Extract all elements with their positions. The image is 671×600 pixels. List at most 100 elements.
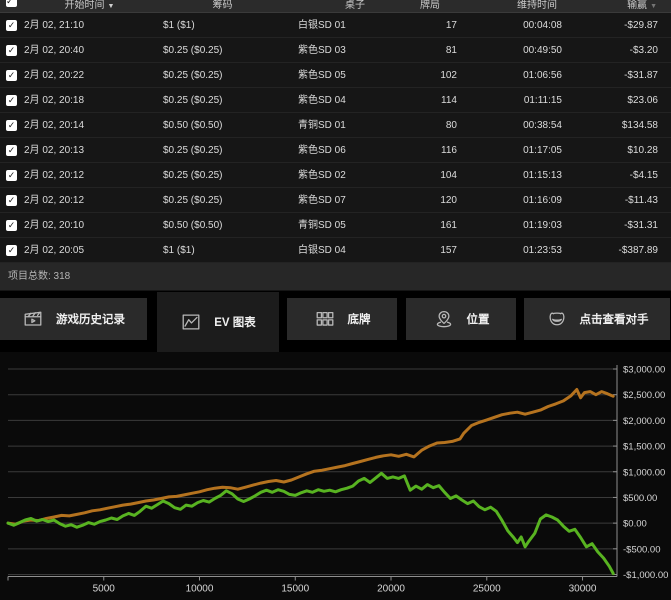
cell-stakes: $0.25 ($0.25) xyxy=(155,188,290,213)
sort-desc-icon: ▼ xyxy=(650,3,657,10)
table-row[interactable]: ✓2月 02, 20:13$0.25 ($0.25)紫色SD 0611601:1… xyxy=(0,138,671,163)
cell-stakes: $1 ($1) xyxy=(155,13,290,38)
table-row[interactable]: ✓ 2月 02, 20:18$0.25 ($0.25)紫色SD 0411401:1… xyxy=(0,88,671,113)
cell-hands: 17 xyxy=(420,13,467,38)
table-row[interactable]: ✓2月 02, 21:10$1 ($1)白银SD 011700:04:08-$2… xyxy=(0,13,671,38)
y-tick-label: $2,000.00 xyxy=(623,416,665,427)
row-checkbox[interactable]: ✓ xyxy=(6,95,17,106)
column-header-table[interactable]: 桌子 xyxy=(290,0,420,12)
tab-label: 底牌 xyxy=(348,311,371,327)
cell-result: -$31.31 xyxy=(567,213,671,238)
y-tick-label: $1,500.00 xyxy=(623,442,665,453)
y-tick-label: $500.00 xyxy=(623,493,657,504)
opponent-mask-icon xyxy=(546,308,568,330)
cell-stakes: $0.50 ($0.50) xyxy=(155,113,290,138)
cell-result: $134.58 xyxy=(567,113,671,138)
row-checkbox[interactable]: ✓ xyxy=(6,220,17,231)
tab-ev-chart[interactable]: EV 图表 xyxy=(157,292,279,352)
x-tick-label: 30000 xyxy=(569,584,597,595)
row-checkbox[interactable]: ✓ xyxy=(6,70,17,81)
table-row[interactable]: ✓2月 02, 20:05$1 ($1)白银SD 0415701:23:53-$… xyxy=(0,238,671,263)
column-header-result[interactable]: 输赢▼ xyxy=(567,0,671,12)
cell-result: -$387.89 xyxy=(567,238,671,263)
table-row[interactable]: ✓2月 02, 20:22$0.25 ($0.25)紫色SD 0510201:0… xyxy=(0,63,671,88)
table-header-row: ✓ 开始时间▼筹码桌子牌局维持时间输赢▼ xyxy=(0,0,671,13)
tab-hole-cards[interactable]: 底牌 xyxy=(287,298,397,340)
tab-label: 点击查看对手 xyxy=(580,311,649,327)
cell-table: 青铜SD 01 xyxy=(290,113,420,138)
cell-duration: 01:16:09 xyxy=(467,188,567,213)
cell-time: 2月 02, 20:18 xyxy=(24,88,155,113)
cell-hands: 161 xyxy=(420,213,467,238)
table-row[interactable]: ✓2月 02, 20:12$0.25 ($0.25)紫色SD 0210401:1… xyxy=(0,163,671,188)
column-header-time[interactable]: 开始时间▼ xyxy=(24,0,155,12)
tab-game-history[interactable]: 游戏历史记录 xyxy=(0,298,147,340)
cell-duration: 01:23:53 xyxy=(467,238,567,263)
cell-stakes: $0.25 ($0.25) xyxy=(155,88,290,113)
y-tick-label: $2,500.00 xyxy=(623,390,665,401)
table-row[interactable]: ✓2月 02, 20:14$0.50 ($0.50)青铜SD 018000:38… xyxy=(0,113,671,138)
cell-time: 2月 02, 20:12 xyxy=(24,163,155,188)
sort-desc-icon: ▼ xyxy=(108,3,115,10)
cell-duration: 00:04:08 xyxy=(467,13,567,38)
cell-hands: 120 xyxy=(420,188,467,213)
cards-grid-icon xyxy=(314,308,336,330)
cell-duration: 01:11:15 xyxy=(467,88,567,113)
y-tick-label: $3,000.00 xyxy=(623,365,665,376)
cell-duration: 00:49:50 xyxy=(467,38,567,63)
tab-label: 位置 xyxy=(467,311,490,327)
column-header-hands[interactable]: 牌局 xyxy=(420,0,467,12)
row-checkbox[interactable]: ✓ xyxy=(6,45,17,56)
cell-stakes: $0.50 ($0.50) xyxy=(155,213,290,238)
cell-result: -$29.87 xyxy=(567,13,671,38)
tab-opponents[interactable]: 点击查看对手 xyxy=(524,298,670,340)
row-checkbox[interactable]: ✓ xyxy=(6,195,17,206)
cell-result: $10.28 xyxy=(567,138,671,163)
table-row[interactable]: ✓2月 02, 20:10$0.50 ($0.50)青铜SD 0516101:1… xyxy=(0,213,671,238)
tab-position[interactable]: 位置 xyxy=(406,298,516,340)
cell-table: 白银SD 04 xyxy=(290,238,420,263)
y-tick-label: $1,000.00 xyxy=(623,467,665,478)
clapperboard-icon xyxy=(22,308,44,330)
cell-time: 2月 02, 21:10 xyxy=(24,13,155,38)
cell-duration: 01:06:56 xyxy=(467,63,567,88)
row-checkbox[interactable]: ✓ xyxy=(6,170,17,181)
cell-hands: 102 xyxy=(420,63,467,88)
cell-stakes: $0.25 ($0.25) xyxy=(155,63,290,88)
cell-result: -$31.87 xyxy=(567,63,671,88)
cell-time: 2月 02, 20:13 xyxy=(24,138,155,163)
cell-stakes: $0.25 ($0.25) xyxy=(155,163,290,188)
row-checkbox[interactable]: ✓ xyxy=(6,245,17,256)
cell-table: 青铜SD 05 xyxy=(290,213,420,238)
cell-time: 2月 02, 20:05 xyxy=(24,238,155,263)
cell-time: 2月 02, 20:12 xyxy=(24,188,155,213)
cell-hands: 80 xyxy=(420,113,467,138)
cell-table: 紫色SD 07 xyxy=(290,188,420,213)
select-all-checkbox[interactable]: ✓ xyxy=(6,0,17,7)
column-header-stakes[interactable]: 筹码 xyxy=(155,0,290,12)
cell-table: 紫色SD 02 xyxy=(290,163,420,188)
cell-table: 紫色SD 04 xyxy=(290,88,420,113)
tab-label: EV 图表 xyxy=(214,314,256,330)
column-header-duration[interactable]: 维持时间 xyxy=(467,0,567,12)
session-table: ✓开始时间▼筹码桌子牌局维持时间输赢▼ ✓2月 02, 21:10$1 ($1)… xyxy=(0,0,671,291)
cell-table: 紫色SD 06 xyxy=(290,138,420,163)
cell-time: 2月 02, 20:40 xyxy=(24,38,155,63)
table-row[interactable]: ✓2月 02, 20:40$0.25 ($0.25)紫色SD 038100:49… xyxy=(0,38,671,63)
cell-time: 2月 02, 20:10 xyxy=(24,213,155,238)
ev-chart-panel: -$1,000.00-$500.00$0.00$500.00$1,000.00$… xyxy=(0,352,671,600)
table-row[interactable]: ✓ 2月 02, 20:12$0.25 ($0.25)紫色SD 0712001:1… xyxy=(0,188,671,213)
cell-time: 2月 02, 20:22 xyxy=(24,63,155,88)
ev-chart: -$1,000.00-$500.00$0.00$500.00$1,000.00$… xyxy=(0,352,671,600)
cell-hands: 114 xyxy=(420,88,467,113)
row-checkbox[interactable]: ✓ xyxy=(6,20,17,31)
cell-duration: 01:17:05 xyxy=(467,138,567,163)
cell-stakes: $1 ($1) xyxy=(155,238,290,263)
x-tick-label: 15000 xyxy=(281,584,309,595)
x-tick-label: 25000 xyxy=(473,584,501,595)
table-body: ✓2月 02, 21:10$1 ($1)白银SD 011700:04:08-$2… xyxy=(0,13,671,263)
row-checkbox[interactable]: ✓ xyxy=(6,120,17,131)
series-ev-orange-line xyxy=(8,390,613,525)
row-checkbox[interactable]: ✓ xyxy=(6,145,17,156)
cell-duration: 01:15:13 xyxy=(467,163,567,188)
